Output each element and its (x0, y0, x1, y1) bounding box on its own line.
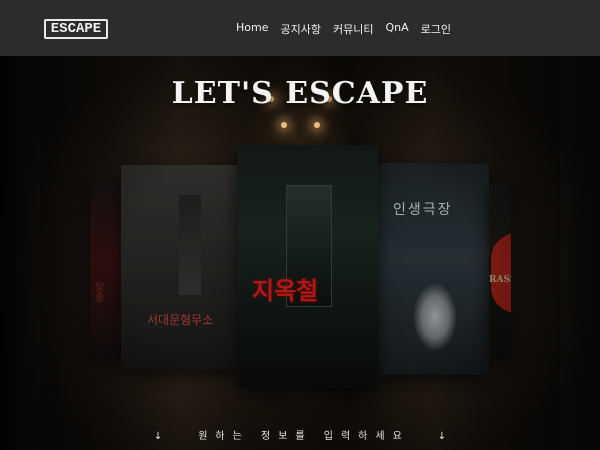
poster-title: 인생극장 (393, 202, 453, 218)
poster-logo-art (491, 233, 511, 313)
poster-title: 지옥철 (252, 276, 319, 305)
nav-link-home[interactable]: Home (236, 21, 268, 37)
ceiling-light (281, 122, 287, 128)
nav-menu: Home 공지사항 커뮤니티 QnA 로그인 (236, 21, 451, 37)
down-arrow-icon: ↓ (437, 431, 447, 442)
logo[interactable]: ESCAPE (44, 19, 108, 39)
poster-figure-art (413, 283, 457, 353)
poster-title: 탈출 (92, 282, 103, 302)
nav-link-notice[interactable]: 공지사항 (280, 21, 320, 37)
poster-tower-art (179, 195, 201, 295)
nav-link-community[interactable]: 커뮤니티 (333, 21, 373, 37)
poster-center[interactable]: 지옥철 (238, 145, 378, 388)
poster-left[interactable]: 서대문형무소 (121, 165, 239, 369)
search-hint-text: 원하는 정보를 입력하세요 (198, 431, 410, 442)
poster-title: 서대문형무소 (147, 313, 214, 327)
ceiling-light (314, 122, 320, 128)
nav-link-login[interactable]: 로그인 (421, 21, 451, 37)
hero-headline: LET'S ESCAPE (171, 76, 429, 111)
down-arrow-icon: ↓ (153, 431, 163, 442)
poster-far-right[interactable]: RASS (489, 183, 511, 357)
search-hint[interactable]: ↓ 원하는 정보를 입력하세요 ↓ (0, 427, 600, 442)
corridor-wall-left (0, 56, 40, 450)
nav-link-qna[interactable]: QnA (385, 21, 408, 37)
corridor-wall-right (560, 56, 600, 450)
navbar: ESCAPE Home 공지사항 커뮤니티 QnA 로그인 (0, 0, 600, 56)
poster-right[interactable]: 인생극장 (377, 163, 489, 375)
poster-title: RASS (489, 275, 511, 285)
poster-far-left[interactable]: 탈출 (90, 182, 122, 360)
page: ESCAPE Home 공지사항 커뮤니티 QnA 로그인 LET'S ESCA… (0, 0, 600, 450)
